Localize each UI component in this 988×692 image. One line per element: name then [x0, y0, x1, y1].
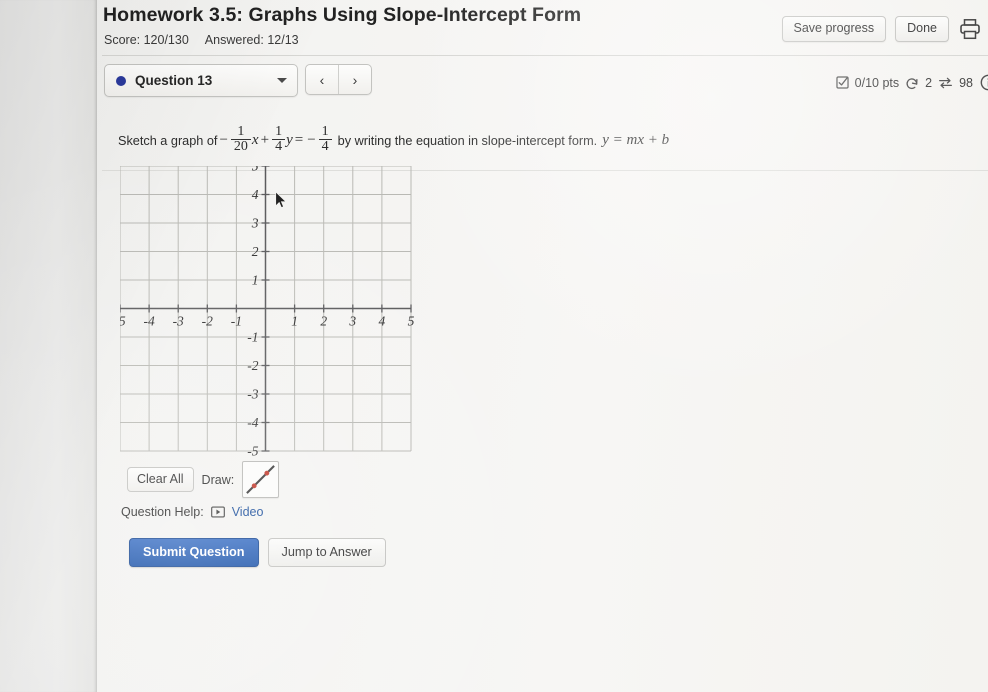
question-select-label: Question 13	[135, 73, 213, 88]
fraction-1-denominator: 20	[230, 139, 251, 154]
svg-text:5: 5	[252, 166, 259, 174]
page-header: Homework 3.5: Graphs Using Slope-Interce…	[97, 0, 988, 56]
swap-arrows-icon	[939, 77, 953, 88]
clear-all-button[interactable]: Clear All	[127, 466, 194, 493]
fraction-1-numerator: 1	[237, 124, 245, 139]
prompt-tail: by writing the equation in slope-interce…	[337, 133, 598, 148]
svg-text:2: 2	[320, 314, 327, 329]
score-label: Score: 120/130	[104, 33, 189, 47]
undo-arrow-icon	[906, 77, 918, 89]
printer-icon[interactable]	[958, 17, 982, 41]
svg-text:3: 3	[251, 216, 259, 231]
svg-text:-1: -1	[231, 314, 242, 329]
equation-plus: +	[260, 132, 270, 149]
svg-text:3: 3	[348, 314, 356, 329]
fraction-2: 1 4	[272, 124, 286, 155]
slope-intercept-form: y = mx + b	[602, 132, 670, 149]
svg-text:-3: -3	[247, 387, 258, 402]
save-progress-button[interactable]: Save progress	[781, 16, 887, 42]
answered-label: Answered: 12/13	[204, 33, 299, 47]
page-root: Homework 3.5: Graphs Using Slope-Interce…	[0, 0, 988, 692]
svg-text:-5: -5	[247, 444, 258, 457]
equation-variable-y: y	[286, 132, 293, 149]
chevron-down-icon	[277, 78, 287, 83]
line-segment-tool-icon[interactable]	[242, 461, 280, 498]
checkbox-icon	[836, 76, 849, 89]
play-button-icon[interactable]	[210, 506, 225, 518]
prev-question-button[interactable]: ‹	[306, 65, 338, 94]
question-bar: Question 13 ‹ › 0/10 pts 2 98	[97, 62, 988, 171]
svg-text:-2: -2	[247, 358, 258, 373]
points-label: 0/10 pts	[854, 75, 900, 90]
equation-variable-x: x	[251, 132, 259, 149]
svg-text:1: 1	[291, 314, 298, 329]
question-help-row: Question Help: Video	[121, 505, 263, 519]
svg-text:-2: -2	[202, 314, 213, 329]
svg-text:-1: -1	[247, 330, 258, 345]
question-nav: ‹ ›	[305, 64, 372, 95]
svg-text:4: 4	[379, 314, 386, 329]
video-help-link[interactable]: Video	[232, 505, 264, 519]
header-divider	[102, 55, 988, 56]
svg-text:-4: -4	[143, 314, 154, 329]
axis-tick-labels: -5 -4 -3 -2 -1 1 2 3 4 5 5 4 3 2 1 -1 -2 -3 -4 -5	[120, 166, 415, 456]
left-sidebar-rail	[0, 0, 97, 692]
fraction-1: 1 20	[230, 124, 251, 155]
coordinate-grid[interactable]: -5 -4 -3 -2 -1 1 2 3 4 5 5 4 3 2 1 -1 -2 -3 -4 -5	[120, 166, 416, 456]
fraction-3-denominator: 4	[318, 139, 332, 154]
equation-sign-1: −	[219, 132, 228, 149]
svg-text:4: 4	[252, 187, 259, 202]
graph-canvas[interactable]: -5 -4 -3 -2 -1 1 2 3 4 5 5 4 3 2 1 -1 -2 -3 -4 -5	[120, 166, 416, 456]
svg-text:-5: -5	[120, 314, 126, 329]
next-question-button[interactable]: ›	[338, 65, 371, 94]
views-count: 98	[959, 75, 973, 90]
header-actions: Save progress Done	[781, 16, 983, 42]
main-content: Homework 3.5: Graphs Using Slope-Interce…	[97, 0, 988, 692]
draw-label: Draw:	[201, 472, 235, 487]
draw-toolbar: Clear All Draw:	[127, 461, 280, 498]
fraction-2-numerator: 1	[275, 124, 283, 139]
svg-text:-4: -4	[247, 415, 258, 430]
question-meta: 0/10 pts 2 98	[836, 74, 988, 91]
question-actions: Submit Question Jump to Answer	[129, 538, 386, 567]
question-status-dot	[116, 75, 126, 86]
question-help-label: Question Help:	[121, 505, 204, 519]
fraction-2-denominator: 4	[272, 139, 286, 154]
fraction-3: 1 4	[318, 124, 332, 155]
svg-text:2: 2	[252, 244, 259, 259]
question-prompt: Sketch a graph of − 1 20 x + 1 4 y = − 1…	[118, 124, 670, 156]
prompt-lead: Sketch a graph of	[118, 133, 218, 148]
svg-text:5: 5	[408, 314, 415, 329]
svg-text:1: 1	[252, 273, 259, 288]
equation-equals: =	[294, 132, 304, 149]
equation-sign-2: −	[307, 132, 316, 149]
axes	[120, 166, 411, 451]
jump-to-answer-button[interactable]: Jump to Answer	[267, 538, 386, 567]
submit-question-button[interactable]: Submit Question	[129, 538, 259, 567]
fraction-3-numerator: 1	[321, 124, 329, 139]
done-button[interactable]: Done	[895, 16, 949, 42]
svg-text:-3: -3	[173, 314, 184, 329]
page-title: Homework 3.5: Graphs Using Slope-Interce…	[103, 4, 582, 26]
info-circle-icon[interactable]	[980, 74, 988, 91]
attempts-count: 2	[925, 75, 933, 90]
score-summary: Score: 120/130 Answered: 12/13	[104, 33, 299, 47]
question-select[interactable]: Question 13	[104, 64, 298, 97]
